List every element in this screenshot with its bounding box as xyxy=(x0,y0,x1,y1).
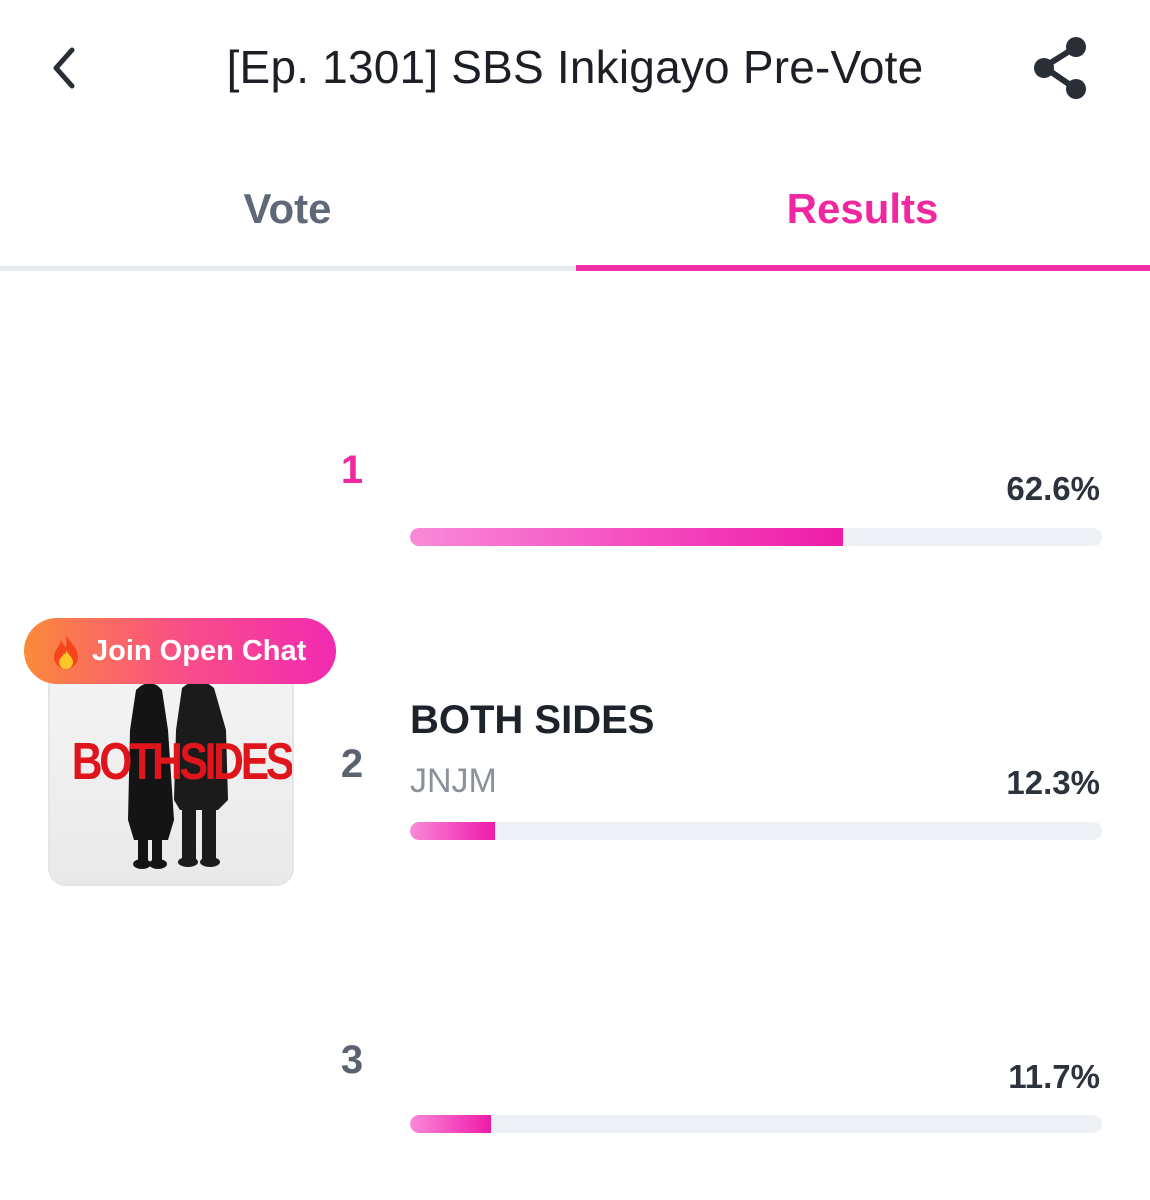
progress-bar xyxy=(410,528,1102,546)
tab-active-indicator xyxy=(576,265,1150,271)
tab-bar: Vote Results xyxy=(0,150,1150,274)
page-title: [Ep. 1301] SBS Inkigayo Pre-Vote xyxy=(226,41,924,93)
app-header: [Ep. 1301] SBS Inkigayo Pre-Vote xyxy=(0,0,1150,140)
result-row-2[interactable]: BOTH SIDES 2 JNJM 12.3% xyxy=(0,690,1150,860)
progress-fill xyxy=(410,822,496,840)
progress-fill xyxy=(410,528,844,546)
song-title: BOTH SIDES xyxy=(410,698,655,742)
percent-label: 62.6% xyxy=(1006,470,1100,507)
progress-bar xyxy=(410,1115,1102,1133)
rank-number: 2 xyxy=(340,742,364,786)
result-row-3[interactable]: 3 11.7% xyxy=(0,1030,1150,1150)
fire-icon xyxy=(54,634,78,669)
progress-fill xyxy=(410,1115,491,1133)
percent-label: 11.7% xyxy=(1008,1058,1100,1095)
tab-results[interactable]: Results xyxy=(575,150,1150,268)
progress-bar xyxy=(410,822,1102,840)
join-open-chat-label: Join Open Chat xyxy=(92,634,307,667)
share-button[interactable] xyxy=(1028,32,1094,104)
result-row-1[interactable]: 1 62.6% xyxy=(0,440,1150,560)
rank-number: 3 xyxy=(340,1038,364,1082)
rank-number: 1 xyxy=(340,448,364,492)
percent-label: 12.3% xyxy=(1006,764,1100,801)
back-button[interactable] xyxy=(36,38,92,98)
share-icon xyxy=(1034,37,1086,99)
chevron-left-icon xyxy=(53,47,75,89)
tab-vote[interactable]: Vote xyxy=(0,150,575,268)
join-open-chat-button[interactable]: Join Open Chat xyxy=(24,618,336,684)
artist-name: JNJM xyxy=(410,762,497,800)
